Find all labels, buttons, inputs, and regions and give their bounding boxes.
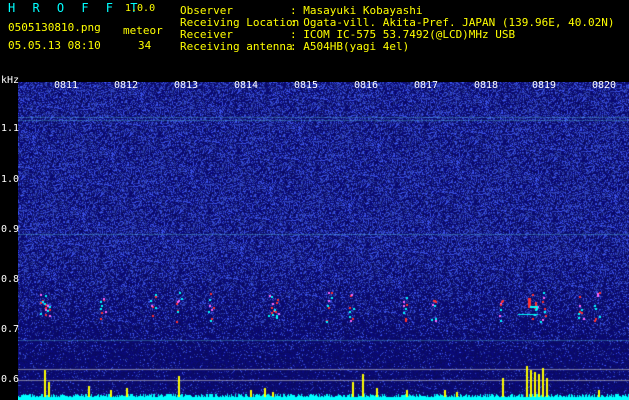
time-tick: 0812 <box>114 80 139 91</box>
freq-label: 0.8 <box>1 274 20 285</box>
time-tick: 0814 <box>234 80 259 91</box>
filename: 0505130810.png <box>8 21 101 34</box>
amplitude-trace <box>18 362 629 400</box>
freq-label: 0.9 <box>1 224 20 235</box>
time-tick: 0819 <box>532 80 557 91</box>
freq-label: 0.7 <box>1 324 20 335</box>
app-version: 1.0.0 <box>125 3 156 14</box>
meteor-count: 34 <box>138 39 152 52</box>
time-tick: 0816 <box>354 80 379 91</box>
meteor-label: meteor <box>123 24 163 37</box>
info-antenna-value: : A504HB(yagi 4el) <box>290 40 410 53</box>
info-antenna-label: Receiving antenna <box>180 40 293 53</box>
freq-label: 1.0 <box>1 174 20 185</box>
time-tick: 0818 <box>474 80 499 91</box>
time-tick: 0817 <box>414 80 439 91</box>
app-title: H R O F F T <box>8 1 143 15</box>
datetime: 05.05.13 08:10 <box>8 39 101 52</box>
freq-unit-label: kHz <box>1 75 20 86</box>
time-tick: 0820 <box>592 80 617 91</box>
time-tick: 0813 <box>174 80 199 91</box>
time-tick: 0811 <box>54 80 79 91</box>
freq-label: 1.1 <box>1 123 20 134</box>
spectrogram <box>18 82 629 400</box>
freq-label: 0.6 <box>1 374 20 385</box>
time-tick: 0815 <box>294 80 319 91</box>
